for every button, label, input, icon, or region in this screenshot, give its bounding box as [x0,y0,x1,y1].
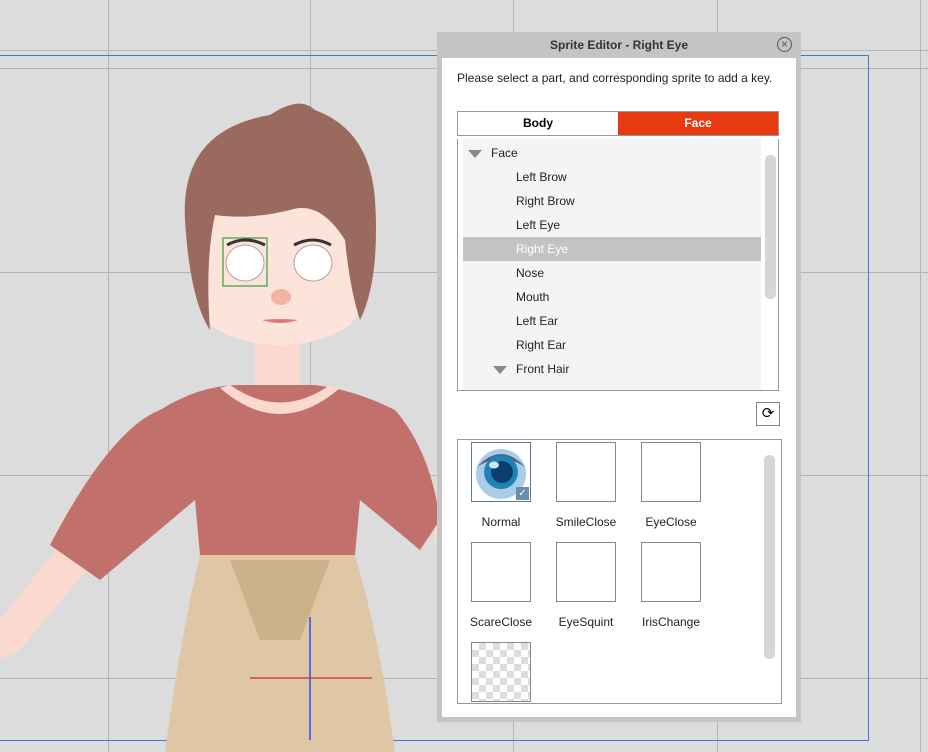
tab-body[interactable]: Body [458,112,618,135]
tree-scrollbar[interactable] [765,155,776,299]
sprite-scrollbar[interactable] [764,455,775,659]
transparent-sprite-thumbnail [471,642,531,702]
tree-item-front-hair[interactable]: Front Hair [463,357,761,381]
refresh-icon: ⟳ [761,405,775,422]
sprite-label: IrisChange [641,615,701,629]
sprite-grid: ✓ Normal SmileClose EyeClose ScareClose … [457,439,782,704]
expand-triangle-icon[interactable] [493,366,507,374]
tab-face[interactable]: Face [618,112,778,135]
sprite-label: SmileClose [555,515,617,529]
dialog-title-bar[interactable]: Sprite Editor - Right Eye × [442,32,796,58]
tree-item[interactable]: Nose [463,261,761,285]
sprite-label: ScareClose [469,615,533,629]
tree-item[interactable]: Left Brow [463,165,761,189]
tree-item[interactable]: Right Brow [463,189,761,213]
sprite-thumbnail [641,442,701,502]
sprite-eyesquint[interactable]: EyeSquint [546,542,626,629]
sprite-label: EyeSquint [558,615,614,629]
sprite-thumbnail [641,542,701,602]
sprite-normal[interactable]: ✓ Normal [461,442,541,529]
close-icon[interactable]: × [777,37,792,52]
instruction-text: Please select a part, and corresponding … [457,71,773,85]
tree-item[interactable]: Left Ear [463,309,761,333]
checkbox-icon: ✓ [516,487,529,500]
sprite-thumbnail [556,542,616,602]
sprite-label: Normal [481,515,521,529]
sprite-eyeclose[interactable]: EyeClose [631,442,711,529]
tree-item-selected[interactable]: Right Eye [463,237,761,261]
expand-triangle-icon[interactable] [468,150,482,158]
tree-item-face[interactable]: Face [463,141,761,165]
sprite-smileclose[interactable]: SmileClose [546,442,626,529]
sprite-thumbnail [471,542,531,602]
tab-bar: Body Face [457,111,779,136]
sprite-empty[interactable] [461,642,541,703]
sprite-label: EyeClose [645,515,697,529]
tree-item[interactable]: Right Ear [463,333,761,357]
tree-item[interactable]: Left Eye [463,213,761,237]
tree-item[interactable]: Mouth [463,285,761,309]
part-tree: Face Left Brow Right Brow Left Eye Right… [457,139,779,391]
sprite-scareclose[interactable]: ScareClose [461,542,541,629]
dialog-title: Sprite Editor - Right Eye [549,38,688,52]
sprite-thumbnail [556,442,616,502]
sprite-irischange[interactable]: IrisChange [631,542,711,629]
refresh-button[interactable]: ⟳ [756,402,780,426]
sprite-thumbnail: ✓ [471,442,531,502]
sprite-editor-dialog: Sprite Editor - Right Eye × Please selec… [437,32,801,722]
